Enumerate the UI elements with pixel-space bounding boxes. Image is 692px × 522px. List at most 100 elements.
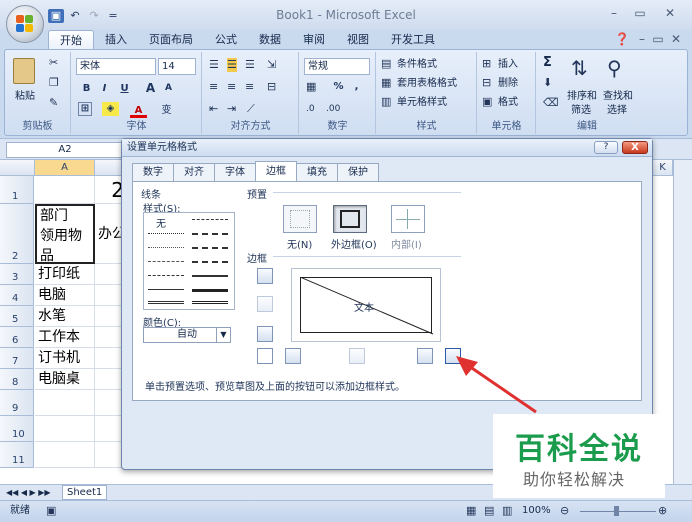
fill-icon[interactable]: ⬇ <box>543 76 552 90</box>
minimize-icon[interactable]: – <box>604 6 624 20</box>
workbook-close-icon[interactable]: ✕ <box>666 32 686 46</box>
tab-page-layout[interactable]: 页面布局 <box>138 30 204 50</box>
sort-filter-button[interactable]: 排序和 <box>567 90 597 104</box>
select-all-corner[interactable] <box>0 160 35 176</box>
line-style-option[interactable] <box>148 275 184 276</box>
row-header[interactable]: 10 <box>0 416 34 442</box>
italic-button[interactable]: I <box>96 80 113 97</box>
dialog-help-button[interactable]: ? <box>594 141 618 154</box>
zoom-slider-thumb[interactable] <box>614 506 619 516</box>
align-top-icon[interactable]: ☰ <box>209 58 219 72</box>
number-format-select[interactable]: 常规 <box>304 58 370 75</box>
line-color-select[interactable]: 自动 ▼ <box>143 327 231 343</box>
cell-a9[interactable] <box>35 390 95 416</box>
column-header-a[interactable]: A <box>35 160 95 176</box>
decrease-decimal-icon[interactable]: .00 <box>326 102 340 116</box>
line-style-option[interactable] <box>192 275 228 277</box>
dialog-close-button[interactable]: X <box>622 141 648 154</box>
border-top-button[interactable] <box>257 268 273 284</box>
orientation-icon[interactable]: ⟋ <box>247 102 255 116</box>
zoom-in-icon[interactable]: ⊕ <box>658 504 667 518</box>
border-inside-h-button[interactable] <box>257 296 273 312</box>
macro-record-icon[interactable]: ▣ <box>46 504 56 518</box>
row-header[interactable]: 6 <box>0 327 34 348</box>
close-icon[interactable]: ✕ <box>660 6 680 20</box>
cut-icon[interactable]: ✂ <box>49 56 58 70</box>
undo-icon[interactable]: ↶ <box>67 9 83 23</box>
merge-icon[interactable]: ⊟ <box>267 80 276 94</box>
font-size-select[interactable]: 14 <box>158 58 196 75</box>
border-left-button[interactable] <box>285 348 301 364</box>
sheet-nav-icon[interactable]: ◀◀ ◀ ▶ ▶▶ <box>6 486 51 500</box>
shrink-font-button[interactable]: A <box>160 80 177 97</box>
tab-number[interactable]: 数字 <box>132 163 174 181</box>
tab-formulas[interactable]: 公式 <box>204 30 248 50</box>
cell-a2[interactable]: 部门 领用物 品 <box>35 204 95 264</box>
line-style-option[interactable] <box>148 289 184 290</box>
clear-icon[interactable]: ⌫ <box>543 96 559 110</box>
line-style-option[interactable] <box>192 247 228 249</box>
increase-decimal-icon[interactable]: .0 <box>306 102 315 116</box>
row-header[interactable]: 8 <box>0 369 34 390</box>
tab-alignment[interactable]: 对齐 <box>173 163 215 181</box>
currency-icon[interactable]: ▦ <box>306 80 316 94</box>
line-style-option[interactable] <box>192 289 228 292</box>
qat-customize-icon[interactable]: = <box>105 9 121 23</box>
tab-protection[interactable]: 保护 <box>337 163 379 181</box>
tab-font[interactable]: 字体 <box>214 163 256 181</box>
line-style-option[interactable] <box>192 301 228 304</box>
conditional-format-button[interactable]: 条件格式 <box>397 58 437 72</box>
percent-button[interactable]: % <box>330 78 347 95</box>
vertical-scrollbar[interactable] <box>673 160 692 484</box>
border-diagonal-up-button[interactable] <box>257 348 273 364</box>
find-select-button[interactable]: 查找和 <box>603 90 633 104</box>
cell-a10[interactable] <box>35 416 95 442</box>
borders-icon[interactable]: ⊞ <box>78 102 92 116</box>
line-style-option[interactable] <box>192 233 228 235</box>
line-style-option[interactable] <box>192 219 228 220</box>
line-style-option-selected[interactable] <box>148 301 184 304</box>
cell-a3[interactable]: 打印纸 <box>35 264 95 285</box>
line-style-option[interactable] <box>148 261 184 262</box>
decrease-indent-icon[interactable]: ⇤ <box>209 102 218 116</box>
save-icon[interactable]: ▣ <box>48 9 64 23</box>
copy-icon[interactable]: ❐ <box>49 76 59 90</box>
paste-icon[interactable] <box>13 58 35 84</box>
cell-a4[interactable]: 电脑 <box>35 285 95 306</box>
help-icon[interactable]: ❓ <box>612 32 632 46</box>
wrap-text-icon[interactable]: ⇲ <box>267 58 276 72</box>
cell-styles-button[interactable]: 单元格样式 <box>397 96 447 110</box>
normal-view-icon[interactable]: ▦ <box>466 504 476 518</box>
font-name-select[interactable]: 宋体 <box>76 58 156 75</box>
format-as-table-button[interactable]: 套用表格格式 <box>397 77 457 91</box>
sheet-tab-sheet1[interactable]: Sheet1 <box>62 485 108 500</box>
cell-a5[interactable]: 水笔 <box>35 306 95 327</box>
border-bottom-button[interactable] <box>257 326 273 342</box>
line-style-option[interactable] <box>192 261 228 263</box>
font-color-button[interactable]: A <box>130 102 147 118</box>
increase-indent-icon[interactable]: ⇥ <box>227 102 236 116</box>
delete-cells-button[interactable]: 删除 <box>498 77 518 91</box>
align-middle-icon[interactable]: ☰ <box>227 58 237 72</box>
paste-button[interactable]: 粘贴 <box>15 90 35 104</box>
align-right-icon[interactable]: ≡ <box>245 80 254 94</box>
format-painter-icon[interactable]: ✎ <box>49 96 58 110</box>
name-box[interactable]: A2 <box>6 142 124 158</box>
row-header[interactable]: 1 <box>0 176 34 204</box>
preset-outline-button[interactable] <box>333 205 367 233</box>
office-button[interactable] <box>6 5 44 43</box>
cell-a7[interactable]: 订书机 <box>35 348 95 369</box>
format-cells-button[interactable]: 格式 <box>498 96 518 110</box>
page-break-view-icon[interactable]: ▥ <box>502 504 512 518</box>
cell-a6[interactable]: 工作本 <box>35 327 95 348</box>
line-style-option[interactable] <box>148 233 184 234</box>
maximize-icon[interactable]: ▭ <box>630 6 650 20</box>
autosum-button[interactable]: Σ <box>543 56 552 70</box>
border-inside-v-button[interactable] <box>349 348 365 364</box>
row-header[interactable]: 3 <box>0 264 34 285</box>
cell-a8[interactable]: 电脑桌 <box>35 369 95 390</box>
fill-color-icon[interactable]: ◈ <box>102 102 119 116</box>
column-header-k[interactable]: K <box>653 160 673 176</box>
line-style-list[interactable]: 无 <box>143 212 235 310</box>
align-bottom-icon[interactable]: ☰ <box>245 58 255 72</box>
